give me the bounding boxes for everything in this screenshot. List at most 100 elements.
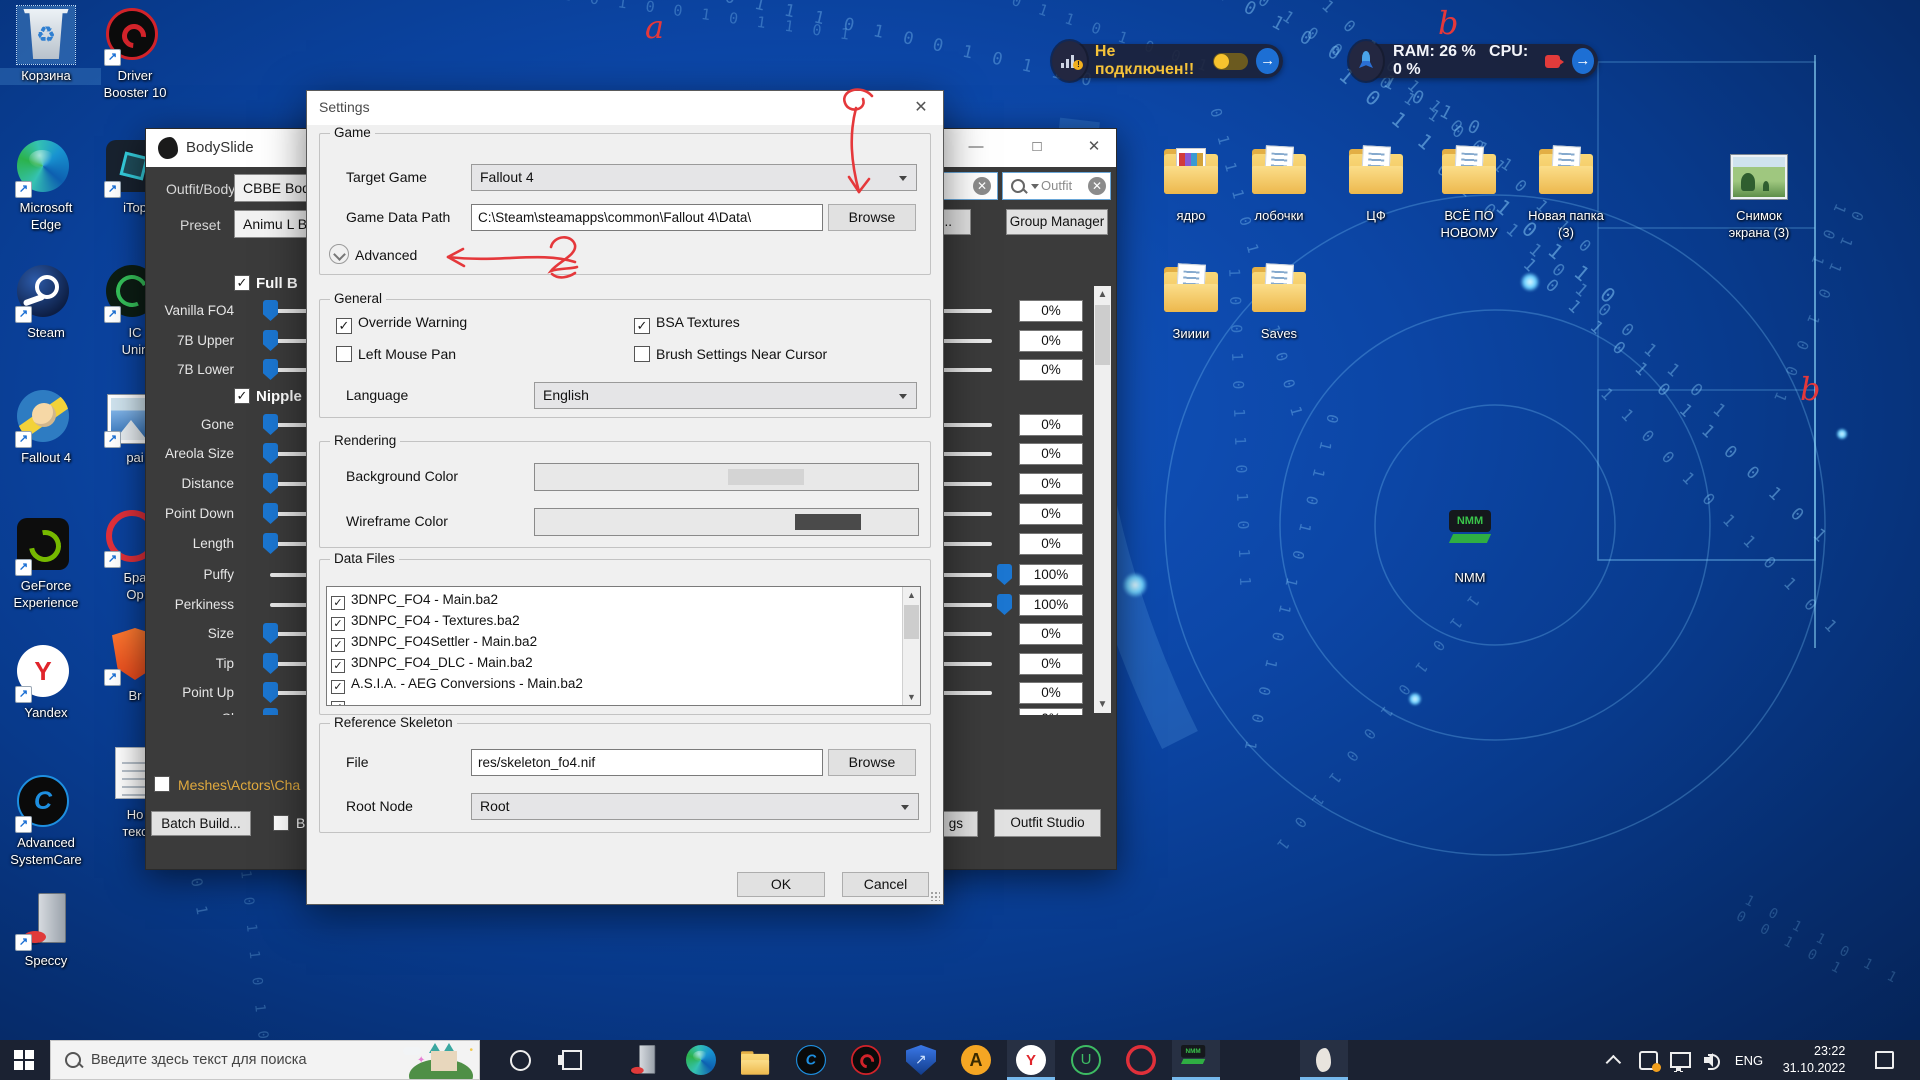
arrow-right-icon[interactable]: → [1572,48,1594,74]
tray-language-button[interactable]: ENG [1730,1040,1768,1080]
tray-expand-button[interactable] [1600,1040,1630,1080]
notifications-button[interactable] [1862,1040,1906,1080]
task-view-button[interactable] [550,1040,594,1080]
resize-grip[interactable] [930,891,940,901]
build-checkbox[interactable] [273,815,289,831]
item-checkbox[interactable]: ✓ [331,638,345,652]
taskbar-search-input[interactable]: Введите здесь текст для поиска ✦ • [50,1040,480,1080]
slider-value-input[interactable]: 100% [1019,564,1083,586]
desktop-icon-speccy[interactable]: ↗Speccy [0,891,101,970]
scroll-down-icon[interactable]: ▼ [903,689,920,705]
cortana-button[interactable] [498,1040,542,1080]
ok-button[interactable]: OK [737,872,825,897]
scroll-up-icon[interactable]: ▲ [903,587,920,603]
slider-value-input[interactable]: 0% [1019,653,1083,675]
advanced-label[interactable]: Advanced [355,247,417,263]
data-file-item[interactable]: ✓3DNPC_FO4 - Textures.ba2 [331,610,520,631]
close-icon[interactable]: ✕ [907,96,935,120]
cancel-button[interactable]: Cancel [842,872,929,897]
data-file-item[interactable]: ✓3DNPC_FO4_DLC - Main.ba2 [331,652,533,673]
slider-thumb[interactable] [263,653,278,674]
slider-value-input[interactable]: 0% [1019,300,1083,322]
desktop-icon-driver-booster[interactable]: ↗Driver Booster 10 [80,6,190,102]
brush-settings-checkbox[interactable]: Brush Settings Near Cursor [634,346,827,362]
outfit-studio-button[interactable]: Outfit Studio [994,809,1101,837]
skeleton-file-input[interactable]: res/skeleton_fo4.nif [471,749,823,776]
item-checkbox[interactable]: ✓ [331,659,345,673]
taskbar-app-edge[interactable] [677,1040,725,1080]
slider-value-input[interactable]: 100% [1019,594,1083,616]
desktop-icon-folder-docs[interactable]: Новая папка (3) [1511,146,1621,242]
desktop-icon-folder-nmm[interactable]: NMM [1415,508,1525,587]
scroll-up-icon[interactable]: ▲ [1094,286,1111,303]
desktop-icon-folder-docs[interactable]: лобочки [1224,146,1334,225]
performance-widget[interactable]: RAM: 26 % CPU: 0 % → [1352,44,1598,78]
slider-thumb[interactable] [263,300,278,321]
scroll-thumb[interactable] [1095,305,1110,365]
tray-volume-button[interactable] [1696,1040,1730,1080]
taskbar-app-shield[interactable]: ↗ [897,1040,945,1080]
taskbar-app-explorer[interactable] [732,1040,780,1080]
root-node-select[interactable]: Root [471,793,919,820]
data-files-list[interactable]: ▲ ▼ ✓3DNPC_FO4 - Main.ba2✓3DNPC_FO4 - Te… [326,586,921,706]
arrow-right-icon[interactable]: → [1256,48,1279,74]
settings-titlebar[interactable]: Settings ✕ [307,91,943,125]
clear-search-icon[interactable]: ✕ [1088,177,1106,195]
language-select[interactable]: English [534,382,917,409]
taskbar-app-iobit-u[interactable]: U [1062,1040,1110,1080]
browse-data-path-button[interactable]: Browse [828,204,916,231]
meshes-checkbox[interactable] [154,776,170,792]
item-checkbox[interactable]: ✓ [331,680,345,694]
group-filter-input[interactable]: Outfit ✕ [1002,172,1111,200]
game-data-path-input[interactable]: C:\Steam\steamapps\common\Fallout 4\Data… [471,204,823,231]
slider-thumb[interactable] [263,330,278,351]
slider-thumb[interactable] [263,414,278,435]
connection-widget[interactable]: ! Не подключен!! → [1055,44,1283,78]
record-camera-icon[interactable] [1545,54,1564,69]
slider-thumb[interactable] [263,473,278,494]
group-checkbox[interactable]: ✓ [234,275,250,291]
maximize-button[interactable]: □ [1022,135,1052,159]
slider-thumb[interactable] [263,443,278,464]
desktop-icon-folder-image[interactable]: Снимок экрана (3) [1704,146,1814,242]
slider-thumb[interactable] [263,533,278,554]
left-mouse-pan-checkbox[interactable]: Left Mouse Pan [336,346,456,362]
slider-value-input[interactable]: 0% [1019,682,1083,704]
slider-value-input[interactable]: 0% [1019,414,1083,436]
slider-value-input[interactable]: 0% [1019,708,1083,715]
bsa-textures-checkbox[interactable]: ✓BSA Textures [634,314,740,334]
slider-thumb[interactable] [997,564,1012,585]
group-checkbox[interactable]: ✓ [234,388,250,404]
slider-value-input[interactable]: 0% [1019,359,1083,381]
taskbar-app-opera[interactable] [1117,1040,1165,1080]
taskbar-app-driver-booster[interactable] [842,1040,890,1080]
data-file-item[interactable]: ✓ [331,694,351,706]
taskbar-app-nmm[interactable] [1172,1040,1220,1080]
tray-sync-button[interactable] [1632,1040,1664,1080]
background-color-swatch[interactable] [534,463,919,491]
taskbar-app-amigo[interactable]: A [952,1040,1000,1080]
scroll-down-icon[interactable]: ▼ [1094,696,1111,713]
slider-value-input[interactable]: 0% [1019,623,1083,645]
close-button[interactable]: ✕ [1079,135,1109,159]
advanced-expander-icon[interactable] [329,244,349,264]
taskbar-app-bodyslide[interactable] [1300,1040,1348,1080]
wireframe-color-swatch[interactable] [534,508,919,536]
desktop-icon-folder-docs[interactable]: ВСЁ ПО НОВОМУ [1414,146,1524,242]
search-highlight-art[interactable]: ✦ • [403,1043,477,1079]
override-warning-checkbox[interactable]: ✓Override Warning [336,314,467,334]
taskbar-app-speccy[interactable] [622,1040,670,1080]
item-checkbox[interactable]: ✓ [331,596,345,610]
browse-skeleton-button[interactable]: Browse [828,749,916,776]
taskbar-app-yandex[interactable] [1007,1040,1055,1080]
data-file-item[interactable]: ✓A.S.I.A. - AEG Conversions - Main.ba2 [331,673,583,694]
data-file-item[interactable]: ✓3DNPC_FO4Settler - Main.ba2 [331,631,537,652]
batch-build-button[interactable]: Batch Build... [151,811,251,836]
slider-thumb[interactable] [997,594,1012,615]
slider-thumb[interactable] [263,503,278,524]
minimize-button[interactable]: — [961,135,991,159]
start-button[interactable] [0,1040,48,1080]
item-checkbox[interactable]: ✓ [331,701,345,706]
tray-network-button[interactable] [1664,1040,1696,1080]
item-checkbox[interactable]: ✓ [331,617,345,631]
